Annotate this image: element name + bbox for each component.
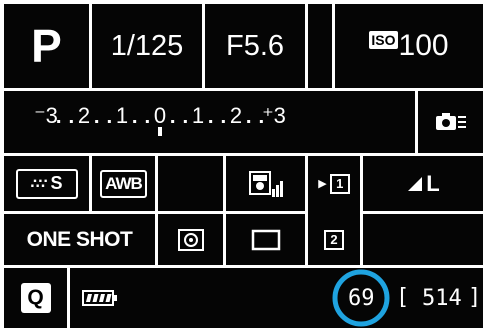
max-burst-value: 514 <box>422 286 462 311</box>
exposure-tick-dot <box>107 120 111 123</box>
exposure-level-scale: ⁻3 2 1 0 1 2 ⁺3 <box>34 103 286 136</box>
af-mode-cell[interactable]: ONE SHOT <box>4 214 155 265</box>
exposure-tick-dot <box>171 120 175 123</box>
quick-control-screen: P 1/125 F5.6 ISO 100 ⁻3 2 1 0 1 2 ⁺3 ∴∵ S <box>0 0 487 332</box>
auto-lighting-optimizer-cell[interactable] <box>226 156 305 211</box>
metering-mode-cell[interactable] <box>158 214 223 265</box>
exposure-tick-label: ⁺3 <box>262 103 286 128</box>
max-burst-bracket-open: [ <box>396 285 410 310</box>
exposure-tick-label: 1 <box>192 103 204 128</box>
status-bar: 69 [ 514 ] <box>70 268 483 328</box>
jpeg-quality-icon <box>408 176 423 191</box>
evaluative-metering-icon <box>177 228 204 251</box>
single-shot-drive-icon: 1 <box>329 173 350 194</box>
shots-remaining-highlight <box>332 269 390 327</box>
af-area-cell[interactable] <box>226 214 305 265</box>
aperture-cell[interactable]: F5.6 <box>205 4 305 88</box>
exposure-tick-label: 0 <box>154 103 166 128</box>
exposure-tick-dot <box>95 120 99 123</box>
camera-settings-icon <box>435 113 466 130</box>
number-2-icon: 2 <box>324 229 344 250</box>
exposure-tick-label: 2 <box>78 103 90 128</box>
white-balance-badge: AWB <box>100 169 147 198</box>
exposure-tick-dot <box>183 120 187 123</box>
exposure-tick-dot <box>69 120 73 123</box>
battery-segment <box>86 294 92 302</box>
af-mode-value: ONE SHOT <box>26 228 133 251</box>
picture-style-cell[interactable]: ∴∵ S <box>4 156 89 211</box>
af-area-icon <box>251 229 280 250</box>
exposure-tick-dot <box>247 120 251 123</box>
blank-cell-right <box>363 214 483 265</box>
auto-lighting-optimizer-icon <box>248 170 283 197</box>
exposure-tick-dot <box>209 120 213 123</box>
exposure-tick-dot <box>221 120 225 123</box>
exposure-level-marker <box>158 127 162 136</box>
picture-style-value: S <box>50 173 63 193</box>
exposure-tick-dot <box>57 120 61 123</box>
exposure-tick-label: 2 <box>230 103 242 128</box>
drive-arrow-icon: ▶ <box>318 178 327 190</box>
drive-mode-cell[interactable]: ▶ 1 2 <box>308 156 360 265</box>
quick-control-cell[interactable]: Q <box>4 268 67 328</box>
exposure-compensation-cell[interactable]: ⁻3 2 1 0 1 2 ⁺3 <box>4 91 415 153</box>
shooting-mode-cell[interactable]: P <box>4 4 89 88</box>
aperture-value: F5.6 <box>225 29 285 62</box>
exposure-tick-dot <box>133 120 137 123</box>
shutter-speed-cell[interactable]: 1/125 <box>92 4 202 88</box>
shooting-mode-value: P <box>31 20 62 72</box>
exposure-tick-label: ⁻3 <box>34 103 58 128</box>
white-balance-cell[interactable]: AWB <box>92 156 155 211</box>
image-quality-value: L <box>426 170 440 196</box>
battery-segment <box>99 294 105 302</box>
exposure-tick-dot <box>145 120 149 123</box>
blank-cell-top <box>308 4 332 88</box>
max-burst-bracket-close: ] <box>468 285 482 310</box>
battery-icon <box>82 290 117 306</box>
image-quality-cell[interactable]: L <box>363 156 483 211</box>
battery-segment <box>92 294 99 302</box>
picture-style-icon: ∴∵ S <box>15 168 78 199</box>
iso-cell[interactable]: ISO 100 <box>335 4 483 88</box>
blank-cell-middle <box>158 156 223 211</box>
shutter-speed-value: 1/125 <box>110 29 184 62</box>
iso-value: 100 <box>398 29 449 62</box>
quick-control-button[interactable]: Q <box>20 283 51 313</box>
custom-controls-cell[interactable] <box>418 91 483 153</box>
battery-segment <box>105 294 112 302</box>
iso-badge: ISO <box>369 31 398 49</box>
exposure-tick-label: 1 <box>116 103 128 128</box>
